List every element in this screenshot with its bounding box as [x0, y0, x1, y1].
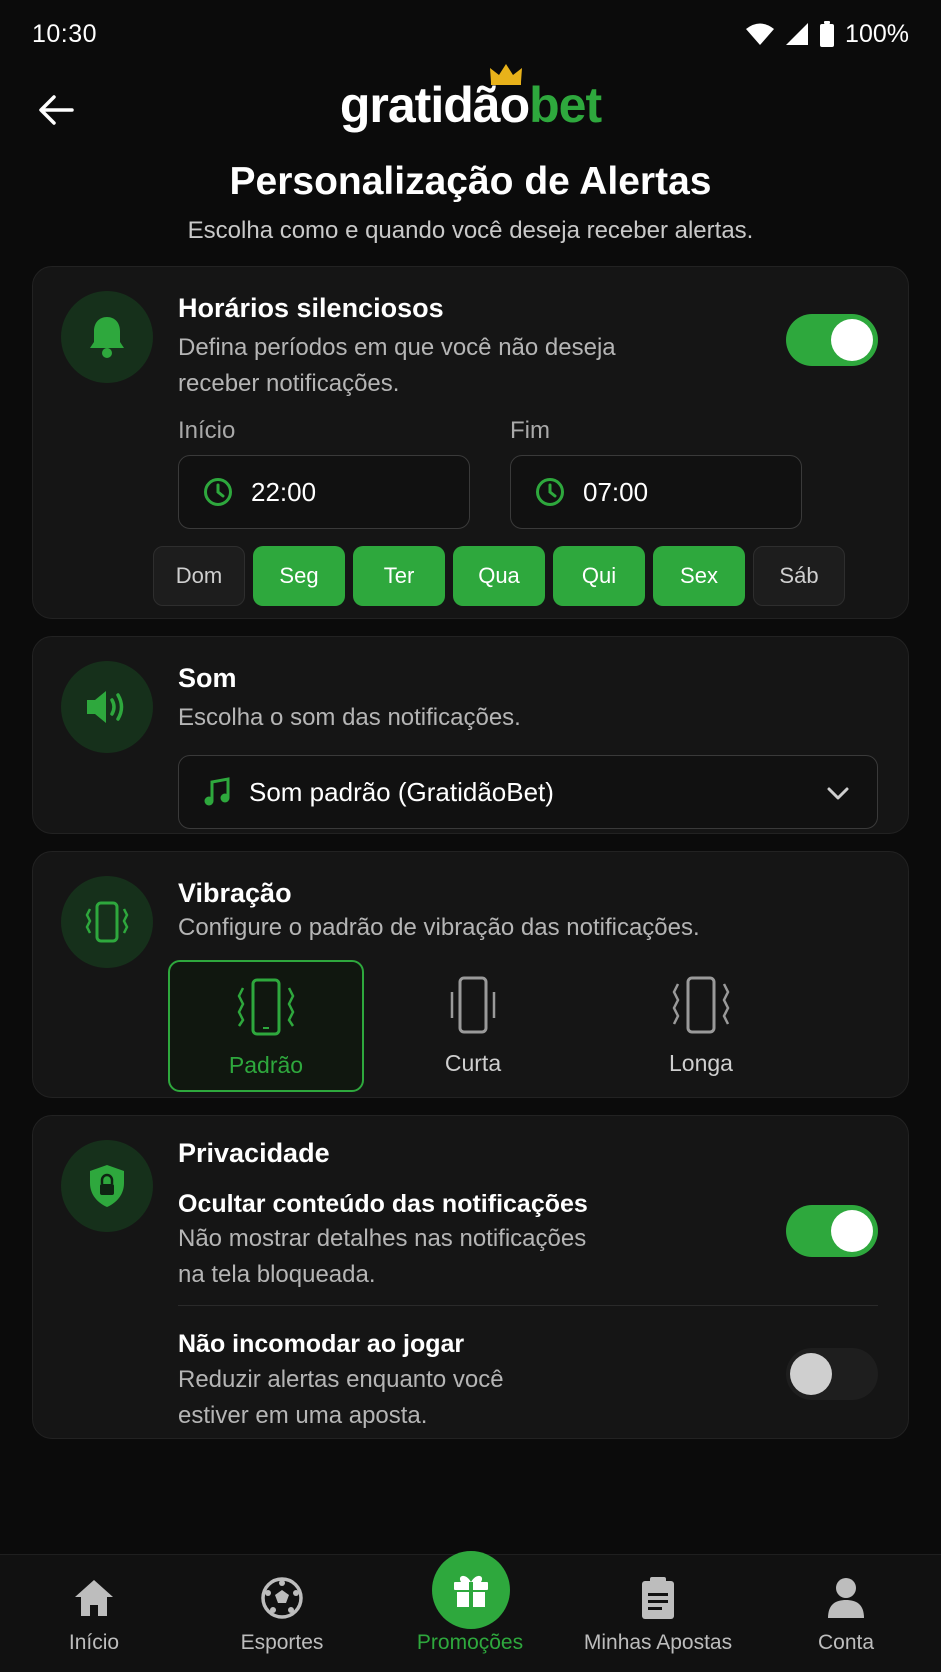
quiet-hours-title: Horários silenciosos — [178, 293, 444, 323]
speaker-icon — [61, 661, 153, 753]
weekday-selector: Dom Seg Ter Qua Qui Sex Sáb — [153, 546, 845, 606]
clock-icon — [204, 478, 232, 506]
divider — [178, 1305, 878, 1306]
vibration-option-padrao[interactable]: Padrão — [168, 960, 364, 1092]
wifi-icon — [745, 22, 775, 46]
sound-title: Som — [178, 663, 237, 693]
status-time: 10:30 — [32, 19, 98, 48]
chevron-down-icon — [827, 787, 849, 800]
bell-icon — [61, 291, 153, 383]
vibration-option-label: Padrão — [228, 1052, 304, 1078]
status-indicators: 100% — [745, 20, 909, 49]
day-dom[interactable]: Dom — [153, 546, 245, 606]
vibration-card: Vibração Configure o padrão de vibração … — [32, 851, 909, 1098]
music-note-icon — [204, 777, 230, 806]
home-icon — [72, 1573, 116, 1623]
clipboard-icon — [639, 1573, 677, 1623]
page-title: Personalização de Alertas — [229, 160, 712, 203]
day-seg[interactable]: Seg — [253, 546, 345, 606]
status-bar: 10:30 100% — [0, 0, 941, 68]
phone-vibrate-icon — [237, 978, 295, 1036]
quiet-hours-toggle[interactable] — [786, 314, 878, 366]
nav-inicio[interactable]: Início — [0, 1555, 188, 1672]
logo-text-accent: bet — [529, 77, 602, 133]
day-qui[interactable]: Qui — [553, 546, 645, 606]
soccer-ball-icon — [260, 1573, 304, 1623]
dnd-gaming-desc: Reduzir alertas enquanto você estiver em… — [178, 1366, 504, 1429]
quiet-hours-card: Horários silenciosos Defina períodos em … — [32, 266, 909, 619]
phone-vibrate-icon — [61, 876, 153, 968]
bottom-navigation: Início Esportes Promoções Minhas Apostas… — [0, 1551, 941, 1672]
day-sex[interactable]: Sex — [653, 546, 745, 606]
dnd-gaming-title: Não incomodar ao jogar — [178, 1330, 465, 1358]
hide-content-title: Ocultar conteúdo das notificações — [178, 1190, 588, 1218]
quiet-hours-desc: Defina períodos em que você não deseja r… — [178, 334, 616, 397]
vibration-option-curta[interactable]: Curta — [375, 960, 571, 1092]
start-label: Início — [178, 417, 236, 444]
vibration-title: Vibração — [178, 878, 292, 908]
gift-icon[interactable] — [432, 1551, 510, 1629]
phone-vibrate-long-icon — [672, 976, 730, 1034]
battery-icon — [819, 21, 835, 47]
start-time-value: 22:00 — [251, 476, 317, 507]
dnd-gaming-toggle[interactable] — [786, 1348, 878, 1400]
privacy-title: Privacidade — [178, 1138, 330, 1168]
hide-content-toggle[interactable] — [786, 1205, 878, 1257]
user-icon — [826, 1573, 866, 1623]
day-sab[interactable]: Sáb — [753, 546, 845, 606]
sound-select-value: Som padrão (GratidãoBet) — [249, 776, 554, 807]
sound-desc: Escolha o som das notificações. — [178, 704, 521, 731]
end-time-value: 07:00 — [583, 476, 649, 507]
clock-icon — [536, 478, 564, 506]
signal-icon — [785, 22, 809, 46]
battery-percent: 100% — [845, 19, 909, 48]
phone-vibrate-short-icon — [450, 976, 496, 1034]
nav-conta[interactable]: Conta — [752, 1555, 940, 1672]
end-label: Fim — [510, 417, 550, 444]
shield-lock-icon — [61, 1140, 153, 1232]
day-ter[interactable]: Ter — [353, 546, 445, 606]
vibration-desc: Configure o padrão de vibração das notif… — [178, 914, 700, 941]
sound-card: Som Escolha o som das notificações. Som … — [32, 636, 909, 834]
crown-icon — [490, 64, 523, 85]
start-time-field[interactable]: 22:00 — [178, 455, 470, 529]
page-subtitle: Escolha como e quando você deseja recebe… — [187, 217, 754, 244]
app-logo: gratidão bet — [0, 64, 941, 134]
privacy-card: Privacidade Ocultar conteúdo das notific… — [32, 1115, 909, 1439]
hide-content-desc: Não mostrar detalhes nas notificações na… — [178, 1225, 587, 1288]
sound-select[interactable]: Som padrão (GratidãoBet) — [178, 755, 878, 829]
day-qua[interactable]: Qua — [453, 546, 545, 606]
vibration-option-label: Longa — [669, 1050, 733, 1076]
app-header: gratidão bet — [0, 64, 941, 150]
nav-esportes[interactable]: Esportes — [188, 1555, 376, 1672]
nav-minhas-apostas[interactable]: Minhas Apostas — [564, 1555, 752, 1672]
end-time-field[interactable]: 07:00 — [510, 455, 802, 529]
vibration-option-longa[interactable]: Longa — [603, 960, 799, 1092]
vibration-option-label: Curta — [444, 1050, 502, 1076]
